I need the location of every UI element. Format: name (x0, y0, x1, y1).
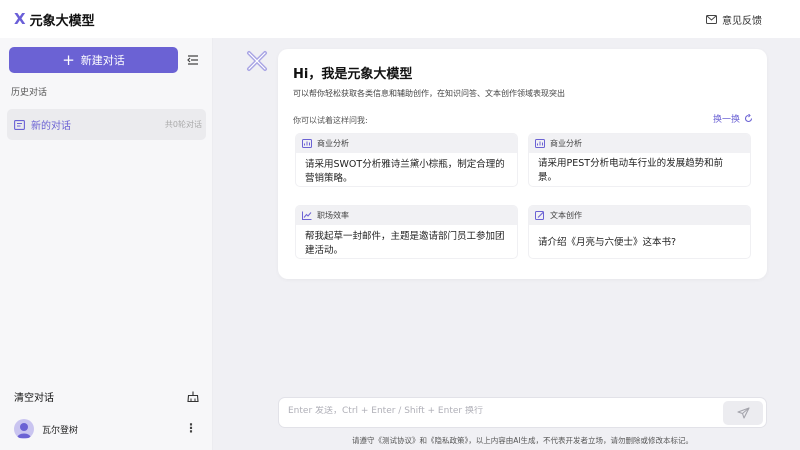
logo[interactable]: X 元象大模型 (14, 10, 95, 29)
refresh-button[interactable]: 换一换 (713, 112, 753, 125)
plus-icon: + (62, 50, 75, 69)
top-bar: X 元象大模型 意见反馈 (0, 0, 800, 38)
card-category: 文本创作 (550, 211, 582, 220)
chart-icon (302, 139, 312, 148)
send-icon (736, 407, 750, 419)
user-profile[interactable]: 瓦尔登树 ⋮ (14, 419, 199, 439)
message-input-box (278, 397, 767, 428)
card-header: 商业分析 (296, 134, 517, 153)
card-category: 职场效率 (317, 211, 349, 220)
more-icon[interactable]: ⋮ (185, 421, 197, 435)
collapse-sidebar-icon[interactable] (186, 53, 200, 67)
card-category: 商业分析 (550, 139, 582, 148)
bot-logo-icon (247, 51, 267, 71)
card-header: 职场效率 (296, 206, 517, 225)
clear-label: 清空对话 (14, 393, 54, 404)
suggestion-card[interactable]: 商业分析 请采用PEST分析电动车行业的发展趋势和前景。 (528, 133, 751, 187)
chart-icon (535, 139, 545, 148)
suggestion-card[interactable]: 文本创作 请介绍《月亮与六便士》这本书? (528, 205, 751, 259)
card-prompt: 帮我起草一封邮件，主题是邀请部门员工参加团建活动。 (305, 231, 505, 256)
sidebar: + 新建对话 历史对话 新的对话 共0轮对话 清空对话 瓦尔登树 ⋮ (0, 38, 213, 450)
welcome-panel: Hi，我是元象大模型 可以帮你轻松获取各类信息和辅助创作，在知识问答、文本创作领… (278, 49, 767, 279)
card-header: 文本创作 (529, 206, 750, 225)
clear-conversations[interactable]: 清空对话 (14, 389, 199, 404)
send-button[interactable] (723, 401, 763, 425)
suggestion-card[interactable]: 商业分析 请采用SWOT分析雅诗兰黛小棕瓶，制定合理的营销策略。 (295, 133, 518, 187)
suggestion-hint: 你可以试着这样问我: (293, 116, 368, 125)
conversation-title: 新的对话 (31, 121, 71, 132)
welcome-title: Hi，我是元象大模型 (293, 67, 413, 82)
history-label: 历史对话 (11, 88, 48, 98)
suggestion-card[interactable]: 职场效率 帮我起草一封邮件，主题是邀请部门员工参加团建活动。 (295, 205, 518, 259)
refresh-icon (744, 114, 753, 123)
broom-icon[interactable] (187, 391, 199, 402)
avatar (14, 419, 34, 439)
chat-icon (14, 119, 25, 130)
feedback-label: 意见反馈 (722, 16, 762, 27)
trend-icon (302, 211, 312, 220)
conversation-count: 共0轮对话 (164, 120, 202, 129)
feedback-link[interactable]: 意见反馈 (706, 12, 762, 27)
refresh-label: 换一换 (712, 115, 740, 125)
new-chat-button[interactable]: + 新建对话 (9, 47, 178, 73)
card-prompt: 请采用SWOT分析雅诗兰黛小棕瓶，制定合理的营销策略。 (305, 159, 505, 184)
card-prompt: 请介绍《月亮与六便士》这本书? (538, 236, 677, 248)
message-input[interactable] (288, 406, 708, 416)
mail-icon (706, 15, 717, 24)
logo-text: 元象大模型 (29, 13, 95, 29)
conversation-item[interactable]: 新的对话 共0轮对话 (7, 109, 206, 140)
card-header: 商业分析 (529, 134, 750, 153)
user-name: 瓦尔登树 (42, 425, 79, 436)
new-chat-label: 新建对话 (80, 54, 125, 67)
disclaimer: 请遵守《测试协议》和《隐私政策》，以上内容由AI生成，不代表开发者立场，请勿删除… (351, 436, 694, 445)
welcome-subtitle: 可以帮你轻松获取各类信息和辅助创作，在知识问答、文本创作领域表现突出 (293, 89, 565, 98)
card-prompt: 请采用PEST分析电动车行业的发展趋势和前景。 (538, 157, 724, 183)
edit-icon (535, 211, 544, 220)
card-category: 商业分析 (317, 139, 349, 148)
logo-mark: X (14, 10, 26, 28)
